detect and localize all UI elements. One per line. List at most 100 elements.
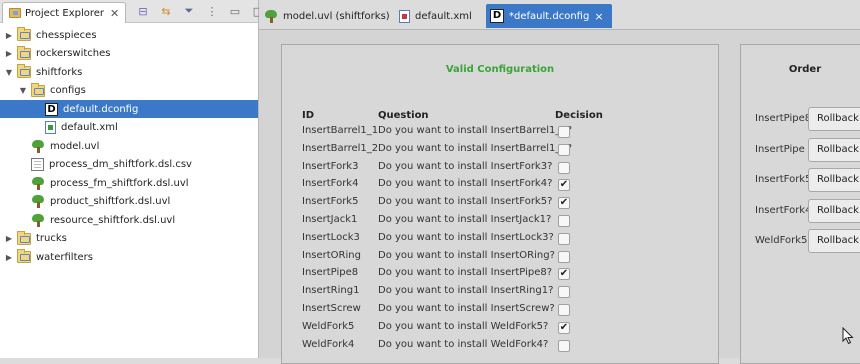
expand-down-icon[interactable]: ▼ [18, 86, 28, 95]
decision-checkbox[interactable] [558, 143, 570, 156]
feature-question: Do you want to install WeldFork4? [378, 338, 549, 350]
decision-checkbox[interactable] [558, 250, 570, 263]
feature-question: Do you want to install InsertLock3? [378, 231, 554, 243]
tree-item[interactable]: default.xml [0, 119, 258, 137]
tree-item-label: chesspieces [36, 29, 97, 41]
tree-item[interactable]: ▶ chesspieces [0, 26, 258, 44]
tree-item[interactable]: model.uvl [0, 137, 258, 155]
xml-file-icon [45, 121, 56, 134]
order-feature-label: InsertFork4 [755, 204, 812, 216]
tree-icon [31, 176, 45, 190]
decision-checkbox[interactable]: ✔ [558, 268, 570, 281]
feature-id: InsertLock3 [302, 231, 360, 243]
rollback-button[interactable]: Rollback [808, 107, 860, 131]
feature-question: Do you want to install InsertScrew? [378, 303, 555, 314]
tab-model-uvl[interactable]: model.uvl (shiftforks) [264, 6, 390, 26]
minimize-icon[interactable]: ▭ [228, 4, 242, 18]
csv-file-icon [31, 158, 44, 171]
tree-item[interactable]: ▶ rockerswitches [0, 45, 258, 63]
decision-checkbox[interactable] [558, 215, 570, 227]
editor-tab-bar: model.uvl (shiftforks) default.xml D *de… [259, 0, 860, 30]
folder-icon [17, 45, 31, 60]
folder-icon [17, 64, 31, 78]
tree-item[interactable]: ▼ configs [0, 82, 258, 100]
folder-icon [31, 82, 45, 97]
expand-right-icon[interactable]: ▶ [4, 31, 14, 40]
tree-icon [264, 9, 278, 23]
decision-checkbox[interactable]: ✔ [558, 321, 570, 334]
link-with-editor-icon[interactable]: ⇆ [159, 4, 173, 18]
decision-checkbox[interactable]: ✔ [558, 197, 570, 210]
tab-label: *default.dconfig [509, 10, 590, 22]
feature-id: WeldFork5 [302, 320, 355, 332]
tab-default-dconfig[interactable]: D *default.dconfig × [486, 4, 612, 28]
feature-id: InsertORing [302, 249, 361, 261]
order-feature-label: WeldFork5 [755, 235, 808, 247]
tree-item-label: waterfilters [36, 251, 93, 263]
tree-item-label: process_fm_shiftfork.dsl.uvl [50, 177, 189, 189]
tree-item[interactable]: ▶ waterfilters [0, 248, 258, 266]
tree-item[interactable]: process_dm_shiftfork.dsl.csv [0, 156, 258, 174]
rollback-button[interactable]: Rollback [808, 137, 860, 162]
feature-question: Do you want to install InsertPipe8? [378, 267, 553, 279]
filter-icon[interactable]: ⏷ [182, 4, 196, 18]
tree-item-label: default.dconfig [63, 103, 139, 115]
feature-id: InsertPipe8 [302, 267, 359, 279]
tree-item-label: product_shiftfork.dsl.uvl [50, 196, 171, 207]
explorer-toolbar: ⊟ ⇆ ⏷ ⋮ ▭ □ [136, 4, 265, 18]
project-explorer-tab-label: Project Explorer [25, 7, 105, 19]
editor-area: model.uvl (shiftforks) default.xml D *de… [259, 0, 860, 364]
decision-checkbox[interactable] [558, 126, 570, 138]
project-explorer-tab[interactable]: Project Explorer ✕ [2, 2, 126, 23]
feature-id: InsertRing1 [302, 285, 360, 297]
tree-item-label: resource_shiftfork.dsl.uvl [50, 214, 176, 226]
feature-id: InsertFork4 [302, 178, 359, 190]
rollback-button[interactable]: Rollback [808, 198, 860, 223]
tree-item-label: default.xml [61, 122, 118, 133]
close-icon[interactable]: ✕ [110, 7, 119, 20]
feature-id: InsertFork3 [302, 160, 359, 172]
rollback-button[interactable]: Rollback [808, 168, 860, 193]
expand-right-icon[interactable]: ▶ [4, 49, 14, 58]
explorer-tab-bar: Project Explorer ✕ ⊟ ⇆ ⏷ ⋮ ▭ □ [0, 0, 263, 23]
order-feature-label: InsertFork5 [755, 174, 812, 186]
close-icon[interactable]: × [594, 10, 603, 23]
tab-label: model.uvl (shiftforks) [283, 10, 390, 22]
expand-right-icon[interactable]: ▶ [4, 253, 14, 262]
project-explorer-icon [9, 8, 21, 18]
tree-item[interactable]: ▼ shiftforks [0, 63, 258, 81]
rollback-button[interactable]: Rollback [808, 229, 860, 254]
tree-icon [31, 195, 45, 208]
tree-item-label: process_dm_shiftfork.dsl.csv [49, 159, 192, 170]
feature-question: Do you want to install InsertFork5? [378, 196, 553, 208]
feature-question: Do you want to install InsertBarrel1_1? [378, 125, 573, 136]
decision-checkbox[interactable] [558, 232, 570, 245]
tree-item[interactable]: Ddefault.dconfig [0, 100, 258, 118]
decision-checkbox[interactable]: ✔ [558, 179, 570, 192]
xml-file-icon [399, 9, 410, 23]
mouse-cursor-icon [842, 327, 854, 345]
column-header-id: ID [302, 110, 315, 121]
decision-checkbox[interactable] [558, 161, 570, 174]
tree-item[interactable]: product_shiftfork.dsl.uvl [0, 193, 258, 211]
column-header-question: Question [378, 110, 429, 121]
feature-id: InsertBarrel1_2 [302, 142, 379, 154]
order-feature-label: InsertPipe8 [755, 113, 812, 124]
tree-icon [31, 139, 45, 153]
feature-question: Do you want to install InsertRing1? [378, 285, 554, 297]
order-feature-label: InsertPipe [755, 143, 805, 155]
decision-checkbox[interactable] [558, 339, 570, 352]
decision-checkbox[interactable] [558, 286, 570, 299]
tab-default-xml[interactable]: default.xml [399, 6, 472, 26]
folder-icon [17, 249, 31, 263]
expand-down-icon[interactable]: ▼ [4, 68, 14, 77]
tree-item[interactable]: process_fm_shiftfork.dsl.uvl [0, 174, 258, 192]
tree-item[interactable]: resource_shiftfork.dsl.uvl [0, 211, 258, 229]
expand-right-icon[interactable]: ▶ [4, 234, 14, 243]
tree-item[interactable]: ▶ trucks [0, 230, 258, 248]
tree-item-label: trucks [36, 233, 67, 244]
collapse-all-icon[interactable]: ⊟ [136, 4, 150, 18]
view-menu-icon[interactable]: ⋮ [205, 4, 219, 18]
decision-checkbox[interactable] [558, 304, 570, 316]
tab-label: default.xml [415, 10, 472, 22]
